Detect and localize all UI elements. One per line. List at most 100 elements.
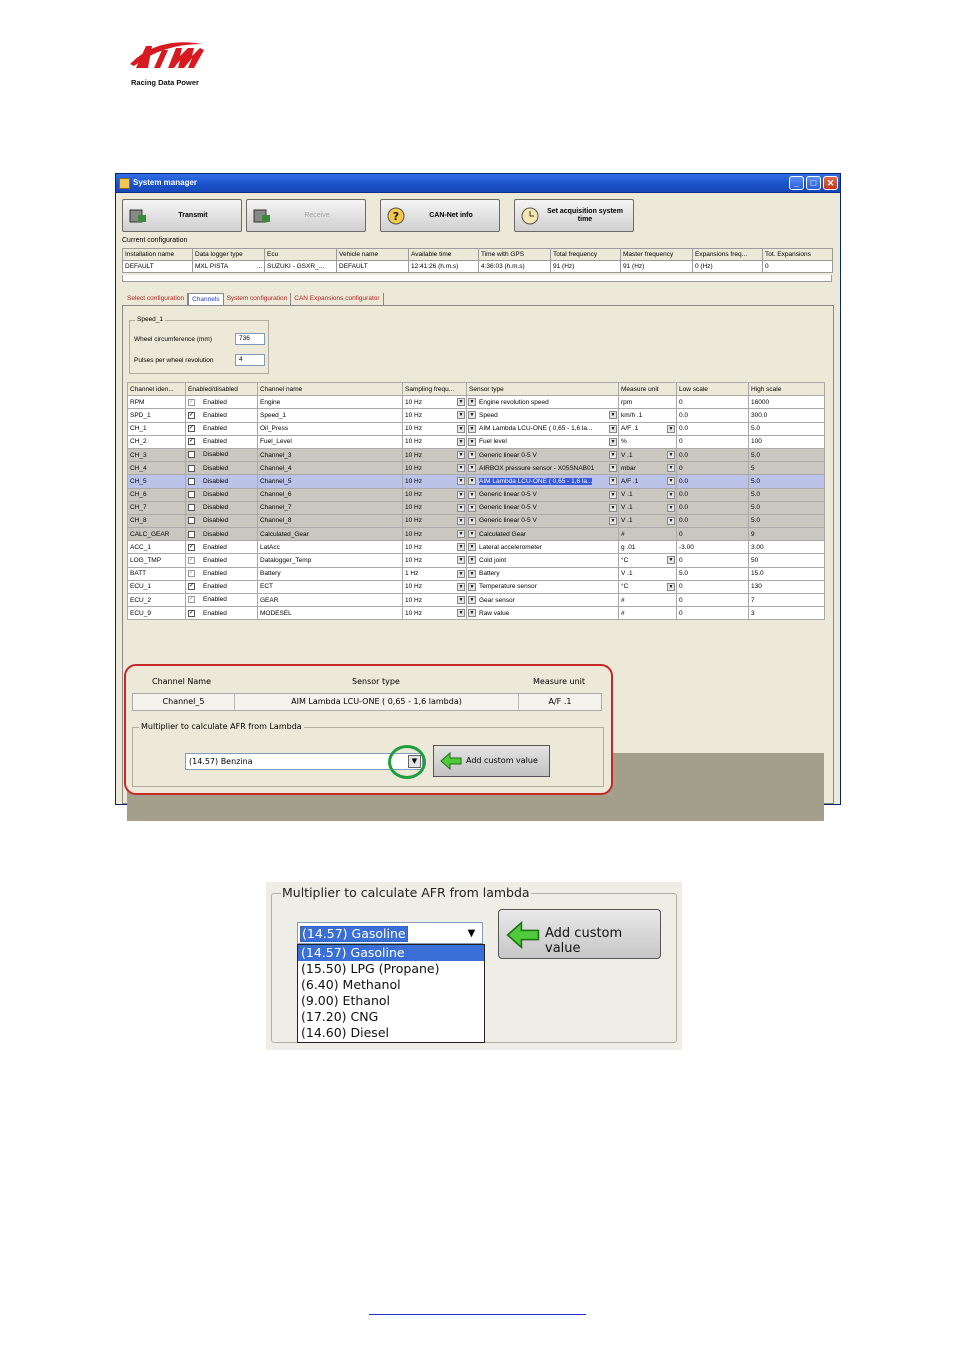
sampling-frequency-cell[interactable]: 10 Hz ▼ [402,527,467,542]
tab-system-configuration[interactable]: System configuration [224,293,292,305]
enabled-checkbox[interactable]: ✓ [188,425,195,433]
tab-channels[interactable]: Channels [188,293,224,305]
chevron-down-icon[interactable]: ▼ [468,398,476,407]
chevron-down-icon[interactable]: ▼ [609,490,617,499]
table-row[interactable]: CH_4 Disabled Channel_4 10 Hz ▼ ▼ AIRBOX press… [127,461,825,476]
list-item[interactable]: (9.00) Ethanol [298,993,484,1009]
tab-select-configuration[interactable]: Select configuration [124,293,189,305]
chevron-down-icon[interactable]: ▼ [457,582,465,591]
channel-name-cell[interactable]: MODESEL [257,606,403,621]
table-row[interactable]: ECU_9 ✓ Enabled MODESEL 10 Hz ▼ ▼ Raw value #0 3 [127,606,825,621]
channel-name-cell[interactable]: Channel_7 [257,500,403,515]
table-row[interactable]: CH_7 Disabled Channel_7 10 Hz ▼ ▼ Generic line… [127,500,825,515]
high-scale-cell[interactable]: 5.0 [748,447,825,463]
pulses-per-revolution-field[interactable]: 4 [235,354,265,366]
sensor-type-cell[interactable]: ▼ Generic linear 0-5 V ▼ [466,513,619,529]
enabled-checkbox[interactable]: ✓ [188,438,195,446]
chevron-down-icon[interactable]: ▼ [468,411,476,420]
chevron-down-icon[interactable]: ▼ [609,437,617,446]
enabled-checkbox[interactable] [188,530,195,538]
high-scale-cell[interactable]: 5.0 [748,421,825,436]
measure-unit-cell[interactable]: °C ▼ [618,579,677,595]
chevron-down-icon[interactable]: ▼ [609,477,617,486]
chevron-down-icon[interactable]: ▼ [667,503,675,512]
enabled-checkbox[interactable]: ✓ [188,609,195,617]
chevron-down-icon[interactable]: ▼ [468,569,476,578]
measure-unit-cell[interactable]: V .1 [618,566,677,581]
chevron-down-icon[interactable]: ▼ [457,569,465,578]
sensor-type-cell[interactable]: ▼ Cold joint [466,553,619,568]
chevron-down-icon[interactable]: ▼ [667,450,675,459]
sensor-type-cell[interactable]: ▼ Generic linear 0-5 V ▼ [466,500,619,515]
enabled-checkbox[interactable] [188,464,195,472]
measure-unit-cell[interactable]: V .1 ▼ [618,447,677,463]
channel-name-cell[interactable]: Channel_3 [257,447,403,463]
chevron-down-icon[interactable]: ▼ [468,490,476,499]
chevron-down-icon[interactable]: ▼ [468,503,476,512]
chevron-down-icon[interactable]: ▼ [468,556,476,565]
channel-name-cell[interactable]: Speed_1 [257,408,403,423]
sensor-type-cell[interactable]: ▼ AIRBOX pressure sensor - X05SNAB01 ▼ [466,461,619,476]
chevron-down-icon[interactable]: ▼ [457,450,465,459]
table-row[interactable]: CH_3 Disabled Channel_3 10 Hz ▼ ▼ Generic line… [127,447,825,463]
enabled-checkbox[interactable] [188,490,195,498]
sensor-type-cell[interactable]: ▼ AIM Lambda LCU-ONE ( 0,65 - 1,6 la... ▼ [466,421,619,436]
channel-name-cell[interactable]: LatAcc [257,540,403,555]
high-scale-cell[interactable]: 50 [748,553,825,568]
grid-header-cell[interactable]: Channel name [257,381,403,397]
low-scale-cell[interactable]: 0.0 [676,487,749,502]
channel-name-cell[interactable]: Channel_6 [257,487,403,502]
enabled-checkbox[interactable]: ✓ [188,543,195,551]
enabled-checkbox[interactable]: ✓ [188,570,195,578]
chevron-down-icon[interactable]: ▼ [468,516,476,525]
measure-unit-cell[interactable]: # [618,606,677,621]
channel-name-cell[interactable]: ECT [257,579,403,595]
high-scale-cell[interactable]: 100 [748,434,825,449]
table-row[interactable]: SPD_1 ✓ Enabled Speed_1 10 Hz ▼ ▼ Speed ▼ km/h .1… [127,408,825,423]
enabled-checkbox[interactable] [188,504,195,512]
chevron-down-icon[interactable]: ▼ [457,424,465,433]
measure-unit-cell[interactable]: # [618,527,677,542]
can-net-info-button[interactable]: ? CAN-Net info [380,199,500,232]
chevron-down-icon[interactable]: ▼ [609,411,617,420]
channel-name-cell[interactable]: Channel_5 [257,474,403,489]
list-item[interactable]: (14.60) Diesel [298,1025,484,1041]
sensor-type-cell[interactable]: ▼ Temperature sensor [466,579,619,595]
chevron-down-icon[interactable]: ▼ [667,516,675,525]
enabled-checkbox[interactable]: ✓ [188,556,195,564]
data-logger-type-ellipsis[interactable]: ... [257,263,262,270]
sensor-type-cell[interactable]: ▼ Generic linear 0-5 V ▼ [466,447,619,463]
grid-header-cell[interactable]: High scale [748,381,825,397]
grid-header-cell[interactable]: Sensor type [466,381,619,397]
grid-header-cell[interactable]: Measure unit [618,381,677,397]
grid-header-cell[interactable]: Enabled/disabled [185,381,258,397]
maximize-button[interactable]: □ [806,176,821,190]
channel-name-cell[interactable]: Fuel_Level [257,434,403,449]
chevron-down-icon[interactable]: ▼ [468,464,476,473]
high-scale-cell[interactable]: 7 [748,592,825,608]
measure-unit-cell[interactable]: V .1 ▼ [618,500,677,515]
chevron-down-icon[interactable]: ▼ [468,609,476,618]
chevron-down-icon[interactable]: ▼ [667,477,675,486]
sensor-type-cell[interactable]: ▼ Lateral accelerometer [466,540,619,555]
enabled-checkbox[interactable]: ✓ [188,411,195,419]
high-scale-cell[interactable]: 16000 [748,395,825,410]
chevron-down-icon[interactable]: ▼ [609,516,617,525]
chevron-down-icon[interactable]: ▼ [667,490,675,499]
enabled-checkbox[interactable] [188,477,195,485]
measure-unit-cell[interactable]: km/h .1 [618,408,677,423]
enabled-checkbox[interactable]: ✓ [188,398,195,406]
channel-name-cell[interactable]: Datalogger_Temp [257,553,403,568]
channel-name-cell[interactable]: Channel_4 [257,461,403,476]
grid-header-cell[interactable]: Sampling frequ... [402,381,467,397]
sensor-type-cell[interactable]: ▼ Gear sensor [466,592,619,608]
channel-name-cell[interactable]: Channel_8 [257,513,403,529]
table-row[interactable]: BATT ✓ Enabled Battery 1 Hz ▼ ▼ Battery V .1 5.0 1… [127,566,825,581]
sensor-type-cell[interactable]: ▼ Raw value [466,606,619,621]
measure-unit-cell[interactable]: mbar ▼ [618,461,677,476]
low-scale-cell[interactable]: 0.0 [676,421,749,436]
measure-unit-cell[interactable]: % [618,434,677,449]
sensor-type-cell[interactable]: ▼ Fuel level ▼ [466,434,619,449]
table-row[interactable]: ACC_1 ✓ Enabled LatAcc 10 Hz ▼ ▼ Lateral accele… [127,540,825,555]
chevron-down-icon[interactable]: ▼ [457,530,465,539]
